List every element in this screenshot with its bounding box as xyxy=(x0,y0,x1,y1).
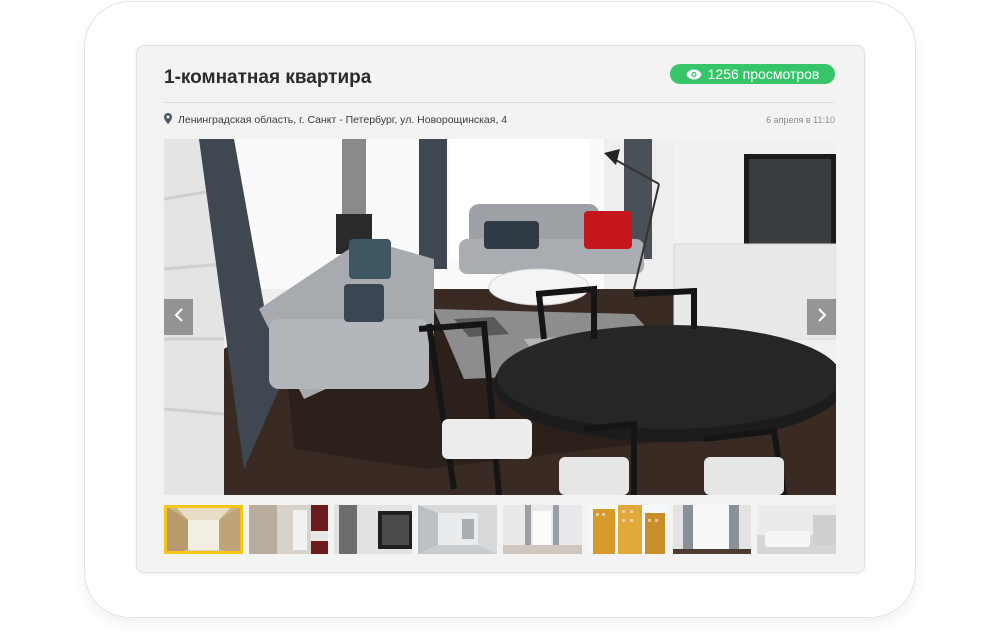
views-badge: 1256 просмотров xyxy=(670,64,835,84)
header-divider xyxy=(164,102,835,103)
eye-icon xyxy=(685,69,702,80)
map-pin-icon xyxy=(164,113,172,127)
address: Ленинградская область, г. Санкт - Петерб… xyxy=(164,113,507,127)
publish-date: 6 апреля в 11:10 xyxy=(766,115,835,125)
thumbnail-3[interactable] xyxy=(333,505,413,554)
room-illustration xyxy=(164,139,836,495)
thumbnail-6[interactable] xyxy=(587,505,667,554)
chevron-left-icon xyxy=(174,307,184,327)
main-photo[interactable] xyxy=(164,139,836,495)
thumbnail-4[interactable] xyxy=(418,505,497,554)
prev-photo-button[interactable] xyxy=(164,299,193,335)
thumbnail-7[interactable] xyxy=(672,505,752,554)
chevron-right-icon xyxy=(817,307,827,327)
address-text: Ленинградская область, г. Санкт - Петерб… xyxy=(178,114,508,126)
views-count: 1256 просмотров xyxy=(707,66,820,82)
thumbnail-8[interactable] xyxy=(757,505,836,554)
thumbnail-5[interactable] xyxy=(503,505,582,554)
listing-card: 1-комнатная квартира 1256 просмотров Лен… xyxy=(136,45,865,573)
next-photo-button[interactable] xyxy=(807,299,836,335)
thumbnail-strip xyxy=(164,505,836,554)
listing-title: 1-комнатная квартира xyxy=(164,67,372,88)
thumbnail-1[interactable] xyxy=(164,505,243,554)
thumbnail-2[interactable] xyxy=(248,505,328,554)
